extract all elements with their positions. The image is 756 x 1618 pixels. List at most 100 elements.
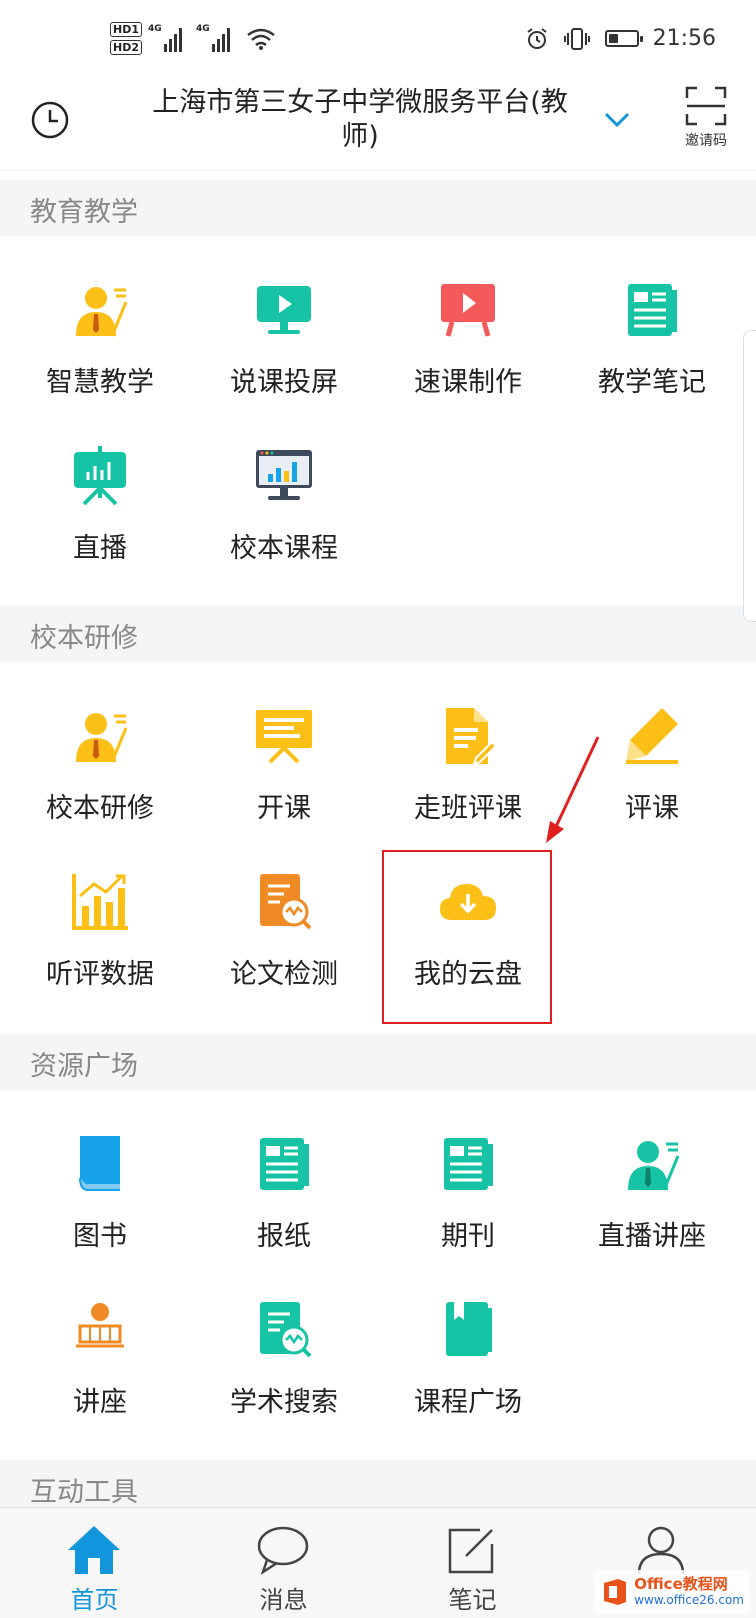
scan-frame-icon [685,86,727,126]
network-type-1: 4G [148,23,162,34]
section-header-resources: 资源广场 [0,1034,756,1090]
grid-item-paper-check[interactable]: 论文检测 [192,858,376,998]
grid-item-newspapers[interactable]: 报纸 [192,1120,376,1260]
teacher-icon [76,713,128,763]
hd-indicators: HD1 HD2 [110,22,142,55]
grid-item-label: 教学笔记 [598,367,706,398]
grid-item-course-plaza[interactable]: 课程广场 [376,1286,560,1426]
podium-icon [76,1303,124,1348]
chevron-down-icon[interactable] [604,110,630,130]
grid-item-label: 校本课程 [230,533,338,564]
section-header-teaching: 教育教学 [0,180,756,236]
grid-item-label: 论文检测 [230,959,338,990]
app-header: 上海市第三女子中学微服务平台(教 师) 邀请码 [0,80,756,171]
vibrate-icon [563,27,590,50]
annotation-arrow-icon [546,736,600,843]
teacher-icon [76,287,128,337]
newspaper-icon [260,1138,309,1190]
watermark-line2: www.office26.com [634,1593,744,1607]
presentation-icon [256,710,312,764]
clock: 21:56 [652,26,716,51]
page-title-line1: 上海市第三女子中学微服务平台(教 [152,87,568,118]
status-bar: HD1 HD2 4G 4G 21:56 [0,0,756,80]
grid-item-label: 学术搜索 [230,1387,338,1418]
grid-item-live-lectures[interactable]: 直播讲座 [560,1120,744,1260]
grid-item-label: 报纸 [257,1221,311,1252]
grid-item-label: 直播讲座 [598,1221,706,1252]
grid-item-label: 校本研修 [46,793,154,824]
section-title: 教育教学 [30,197,138,228]
section-header-school-research: 校本研修 [0,606,756,662]
grid-item-label: 期刊 [441,1221,495,1252]
battery-level [608,34,618,43]
grid-item-class-review[interactable]: 走班评课 [376,692,560,832]
grid-item-label: 速课制作 [414,367,522,398]
section-title: 互动工具 [30,1477,138,1507]
tab-notes[interactable]: 笔记 [378,1508,567,1618]
grid-item-open-class[interactable]: 开课 [192,692,376,832]
grid-item-smart-teaching[interactable]: 智慧教学 [8,266,192,406]
grid-item-label: 听评数据 [46,959,154,990]
grid-item-label: 讲座 [73,1387,127,1418]
tab-messages[interactable]: 消息 [189,1508,378,1618]
bar-chart-icon [72,874,128,930]
battery-icon [604,30,643,47]
section-title: 资源广场 [30,1051,138,1082]
tab-label: 首页 [70,1586,119,1614]
user-icon [637,1526,685,1575]
grid-item-label: 说课投屏 [230,367,338,398]
grid-item-quick-course[interactable]: 速课制作 [376,266,560,406]
grid-item-evaluation-data[interactable]: 听评数据 [8,858,192,998]
notes-icon [628,284,677,336]
page-title-line2: 师) [341,121,379,152]
chat-bubble-icon [257,1526,309,1575]
network-type-2: 4G [196,23,210,34]
tab-home[interactable]: 首页 [0,1508,189,1618]
tab-label: 消息 [259,1586,308,1614]
grid-item-teaching-notes[interactable]: 教学笔记 [560,266,744,406]
grid-item-journals[interactable]: 期刊 [376,1120,560,1260]
journal-icon [444,1138,493,1190]
tab-label: 笔记 [448,1586,497,1614]
paper-check-icon [260,874,312,930]
grid-item-screen-cast[interactable]: 说课投屏 [192,266,376,406]
bookmark-book-icon [446,1302,492,1356]
invite-code-label: 邀请码 [685,133,727,149]
grid-item-school-training[interactable]: 校本研修 [8,692,192,832]
grid-item-books[interactable]: 图书 [8,1120,192,1260]
grid-item-academic-search[interactable]: 学术搜索 [192,1286,376,1426]
signal-2-icon: 4G [196,23,238,52]
document-edit-icon [446,708,498,766]
grid-item-label: 智慧教学 [46,367,154,398]
hd1-badge: HD1 [110,22,142,37]
pencil-icon [626,708,678,764]
doc-search-icon [260,1302,312,1358]
office-logo-icon [604,1579,627,1605]
grid-item-label: 走班评课 [414,793,522,824]
grid-item-lectures[interactable]: 讲座 [8,1286,192,1426]
history-clock-icon[interactable] [30,100,70,140]
grid-item-label: 直播 [73,533,127,564]
live-board-icon [74,446,126,506]
grid-item-label: 课程广场 [414,1387,522,1418]
section-title: 校本研修 [30,623,138,654]
easel-play-icon [441,284,495,337]
signal-1-icon: 4G [148,23,190,52]
scrollbar[interactable] [743,330,756,622]
status-right: 21:56 [525,26,716,51]
grid-item-label: 图书 [73,1221,127,1252]
highlight-box [382,850,552,1024]
grid-item-school-courses[interactable]: 校本课程 [192,432,376,572]
note-edit-icon [448,1528,494,1574]
book-icon [79,1136,120,1191]
wifi-icon [247,28,275,50]
status-left: HD1 HD2 4G 4G [110,22,276,55]
screen-play-icon [257,286,311,334]
page-title[interactable]: 上海市第三女子中学微服务平台(教 师) [120,86,600,154]
grid-item-live[interactable]: 直播 [8,432,192,572]
grid-item-label: 开课 [257,793,311,824]
lecturer-icon [628,1141,680,1191]
invite-code-button[interactable]: 邀请码 [678,86,734,150]
section-header-interactive-tools: 互动工具 [0,1460,756,1507]
watermark-line1: Office教程网 [634,1575,728,1593]
